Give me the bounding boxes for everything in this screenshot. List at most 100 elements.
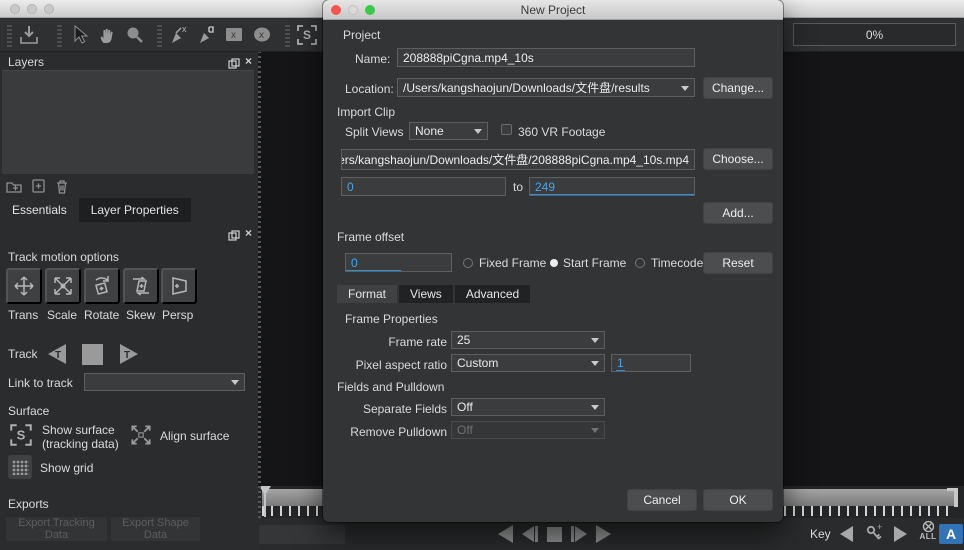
link-to-track-label: Link to track [8, 376, 73, 390]
separate-fields-dropdown[interactable]: Off [451, 398, 605, 416]
frame-offset-field[interactable]: 0 [345, 253, 452, 272]
dialog-titlebar[interactable]: New Project [323, 0, 783, 20]
main-zoom-button[interactable] [44, 4, 54, 14]
add-button[interactable]: Add... [703, 202, 773, 224]
grid-icon [11, 459, 29, 475]
svg-text:T: T [124, 350, 130, 361]
play-backward-button[interactable] [498, 525, 513, 543]
step-backward-button[interactable] [522, 526, 538, 542]
timecode-radio[interactable] [635, 258, 645, 268]
chevron-down-icon [474, 129, 482, 134]
dialog-tab-bar: Format Views Advanced [337, 285, 531, 303]
track-forward-icon: T [120, 344, 138, 364]
motion-rotate-button[interactable] [84, 268, 120, 304]
zoom-magnifier-icon[interactable] [122, 22, 148, 48]
pixel-aspect-custom-field[interactable]: 1 [611, 354, 691, 372]
panel-splitter[interactable] [258, 52, 261, 518]
motion-skew-button[interactable] [123, 268, 159, 304]
fixed-frame-radio[interactable] [463, 258, 473, 268]
start-frame-radio-selected[interactable] [550, 259, 558, 267]
add-bezier-pen-icon[interactable] [194, 22, 220, 48]
svg-text:S: S [17, 427, 26, 442]
track-backward-button[interactable]: T [42, 340, 70, 368]
show-surface-button[interactable]: S [8, 422, 34, 453]
align-surface-button[interactable] [128, 422, 154, 453]
pan-hand-icon[interactable] [94, 22, 120, 48]
float-panel-icon[interactable] [228, 228, 240, 246]
remove-pulldown-label: Remove Pulldown [350, 425, 447, 439]
location-dropdown[interactable]: /Users/kangshaojun/Downloads/文件盘/results [397, 78, 695, 97]
new-project-dialog: New Project Project Name: 208888piCgna.m… [323, 0, 783, 522]
tab-views[interactable]: Views [399, 285, 453, 303]
frame-offset-section-label: Frame offset [337, 230, 405, 244]
choose-button[interactable]: Choose... [703, 148, 773, 170]
main-close-button[interactable] [10, 4, 20, 14]
clip-path-field[interactable]: /Users/kangshaojun/Downloads/文件盘/208888p… [341, 149, 695, 170]
new-group-button[interactable] [4, 178, 24, 194]
motion-scale-button[interactable] [45, 268, 81, 304]
tab-advanced[interactable]: Advanced [454, 285, 531, 303]
tab-layer-properties[interactable]: Layer Properties [78, 198, 191, 222]
name-label: Name: [355, 52, 391, 66]
tab-essentials[interactable]: Essentials [0, 198, 79, 222]
close-panel-icon[interactable]: × [245, 54, 252, 68]
split-views-label: Split Views [345, 125, 404, 139]
app-window: x x x S 0% Key + ALL A Layers × Essentia… [0, 0, 964, 550]
layers-list[interactable] [2, 70, 254, 174]
cancel-button[interactable]: Cancel [627, 489, 697, 511]
new-layer-button[interactable] [28, 178, 48, 194]
bottom-bar: Key + ALL A [258, 518, 964, 550]
perspective-icon [172, 277, 187, 295]
next-keyframe-button[interactable] [894, 526, 907, 542]
track-stop-button[interactable] [82, 344, 103, 365]
vr-footage-checkbox[interactable] [501, 124, 512, 135]
clear-all-keys-button[interactable]: ALL [917, 520, 939, 548]
chevron-down-icon [591, 405, 599, 410]
range-end-field[interactable]: 249 [529, 177, 695, 196]
split-views-dropdown[interactable]: None [409, 122, 488, 140]
current-frame-field[interactable] [259, 525, 345, 544]
reset-button[interactable]: Reset [703, 252, 773, 274]
ellipse-shape-icon[interactable]: x [250, 22, 276, 48]
motion-scale-label: Scale [47, 308, 78, 322]
motion-persp-button[interactable] [161, 268, 197, 304]
change-button[interactable]: Change... [703, 77, 773, 99]
track-forward-button[interactable]: T [116, 340, 144, 368]
cursor-icon [74, 24, 89, 44]
export-tracking-data-button[interactable]: Export Tracking Data [6, 517, 107, 541]
autokey-toggle[interactable]: A [939, 524, 963, 544]
skew-icon [133, 276, 149, 296]
range-start-field[interactable]: 0 [341, 177, 506, 196]
rect-shape-icon[interactable]: x [222, 22, 248, 48]
toolbar-grip [57, 22, 62, 47]
close-panel-icon[interactable]: × [245, 226, 252, 240]
save-icon[interactable] [16, 22, 42, 48]
tab-format[interactable]: Format [337, 285, 398, 303]
previous-keyframe-button[interactable] [840, 526, 853, 542]
show-grid-button[interactable] [8, 455, 32, 479]
show-surface-icon[interactable]: S [294, 22, 320, 48]
select-cursor-icon[interactable] [66, 22, 92, 48]
play-forward-button[interactable] [596, 525, 611, 543]
motion-trans-button[interactable] [6, 268, 42, 304]
ok-button[interactable]: OK [703, 489, 773, 511]
clip-path-value: /Users/kangshaojun/Downloads/文件盘/208888p… [341, 153, 689, 167]
step-forward-button[interactable] [571, 526, 587, 542]
rect-x-icon: x [226, 27, 242, 41]
main-minimize-button[interactable] [27, 4, 37, 14]
show-surface-label-line2: (tracking data) [42, 437, 119, 451]
pixel-aspect-dropdown[interactable]: Custom [451, 354, 605, 372]
motion-trans-label: Trans [8, 308, 39, 322]
frame-rate-dropdown[interactable]: 25 [451, 331, 605, 349]
delete-layer-button[interactable] [52, 178, 72, 194]
chevron-down-icon [681, 85, 689, 91]
stop-button[interactable] [547, 526, 562, 542]
name-field[interactable]: 208888piCgna.mp4_10s [397, 48, 695, 67]
add-keyframe-button[interactable]: + [864, 522, 886, 550]
add-xspline-pen-icon[interactable]: x [166, 22, 192, 48]
start-frame-label: Start Frame [563, 256, 627, 270]
export-shape-data-button[interactable]: Export Shape Data [111, 517, 200, 541]
chevron-down-icon [591, 428, 599, 433]
svg-text:+: + [877, 522, 882, 532]
link-to-track-dropdown[interactable] [84, 373, 245, 391]
